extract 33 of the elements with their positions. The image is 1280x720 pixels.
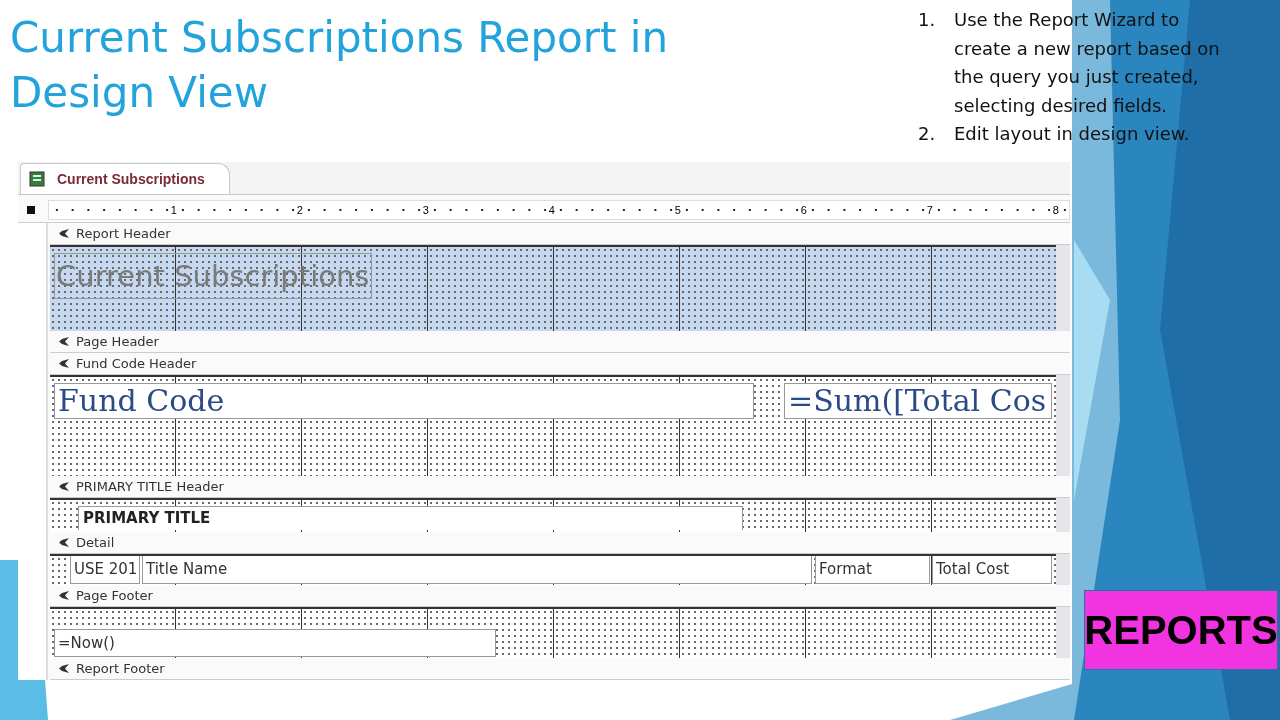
- chevron-icon: [58, 590, 70, 601]
- canvas-margin: [1056, 607, 1070, 658]
- sum-field[interactable]: =Sum([Total Cos: [784, 383, 1052, 419]
- select-report-icon[interactable]: [27, 206, 35, 215]
- fund-code-field[interactable]: Fund Code: [54, 383, 754, 419]
- report-tab[interactable]: Current Subscriptions: [20, 163, 230, 195]
- section-label: Report Footer: [76, 661, 165, 676]
- canvas-margin: [1056, 554, 1070, 585]
- detail-field[interactable]: Format: [815, 556, 930, 584]
- primary-title-field[interactable]: PRIMARY TITLE: [78, 506, 743, 530]
- chevron-icon: [58, 537, 70, 548]
- detail-field[interactable]: Total Cost: [932, 556, 1052, 584]
- section-label: Page Footer: [76, 588, 153, 603]
- slide-title: Current Subscriptions Report in Design View: [10, 12, 670, 119]
- section-label: Page Header: [76, 334, 159, 349]
- canvas-margin: [1056, 498, 1070, 532]
- chevron-icon: [58, 228, 70, 239]
- date-field[interactable]: =Now(): [54, 629, 496, 657]
- section-label: Detail: [76, 535, 115, 550]
- section-label: Report Header: [76, 226, 171, 241]
- step-text: Edit layout in design view.: [954, 122, 1190, 146]
- step-number: 2.: [918, 122, 937, 146]
- report-icon: [29, 171, 45, 188]
- step-number: 1.: [918, 8, 937, 32]
- chevron-icon: [58, 481, 70, 492]
- chevron-icon: [58, 663, 70, 674]
- chevron-icon: [58, 358, 70, 369]
- detail-field[interactable]: USE 201: [70, 556, 140, 584]
- reports-badge: REPORTS: [1084, 590, 1278, 670]
- detail-field[interactable]: Title Name: [142, 556, 812, 584]
- chevron-icon: [58, 336, 70, 347]
- section-label: PRIMARY TITLE Header: [76, 479, 224, 494]
- section-label: Fund Code Header: [76, 356, 197, 371]
